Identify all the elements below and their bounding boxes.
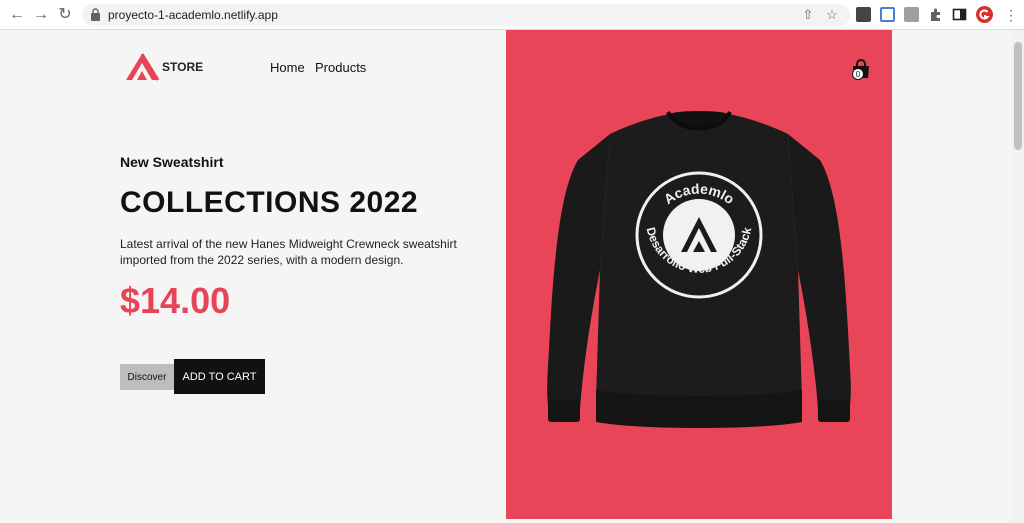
cart-count-badge: 0 <box>852 68 864 80</box>
product-description: Latest arrival of the new Hanes Midweigh… <box>120 237 457 267</box>
share-icon[interactable]: ⇧ <box>800 7 816 23</box>
extensions-puzzle-icon[interactable] <box>928 7 943 22</box>
bookmark-star-icon[interactable]: ☆ <box>824 7 840 23</box>
product-price: $14.00 <box>120 280 231 321</box>
address-bar[interactable]: proyecto-1-academlo.netlify.app ⇧ ☆ <box>82 4 850 26</box>
nav-home-link[interactable]: Home <box>270 60 305 75</box>
browser-toolbar: ← → ↻ proyecto-1-academlo.netlify.app ⇧ … <box>0 0 1024 30</box>
product-subtitle: New Sweatshirt <box>120 154 224 170</box>
add-to-cart-button[interactable]: ADD TO CART <box>174 359 265 394</box>
page: STORE Home Products New Sweatshirt COLLE… <box>0 30 1012 523</box>
forward-icon[interactable]: → <box>32 6 50 24</box>
back-icon[interactable]: ← <box>8 6 26 24</box>
collection-headline: COLLECTIONS 2022 <box>120 186 419 219</box>
reload-icon[interactable]: ↻ <box>56 6 74 24</box>
product-hero-panel: 0 Academlo Desarrollo Web Full-Stack <box>506 30 892 519</box>
page-scrollbar[interactable] <box>1012 30 1024 523</box>
profile-avatar-icon[interactable] <box>976 6 993 23</box>
extension-m-icon[interactable] <box>856 7 871 22</box>
lock-icon <box>91 8 100 21</box>
academlo-logo-icon[interactable] <box>124 52 164 82</box>
extension-blue-icon[interactable] <box>880 7 895 22</box>
url-text[interactable]: proyecto-1-academlo.netlify.app <box>108 8 278 22</box>
side-panel-icon[interactable] <box>952 7 967 22</box>
discover-button[interactable]: Discover <box>120 364 174 390</box>
menu-kebab-icon[interactable]: ⋮ <box>1002 6 1020 24</box>
sweatshirt-product-image: Academlo Desarrollo Web Full-Stack <box>547 110 851 428</box>
logo-text[interactable]: STORE <box>162 60 203 74</box>
scrollbar-thumb[interactable] <box>1014 42 1022 150</box>
extension-code-icon[interactable] <box>904 7 919 22</box>
nav-products-link[interactable]: Products <box>315 60 366 75</box>
